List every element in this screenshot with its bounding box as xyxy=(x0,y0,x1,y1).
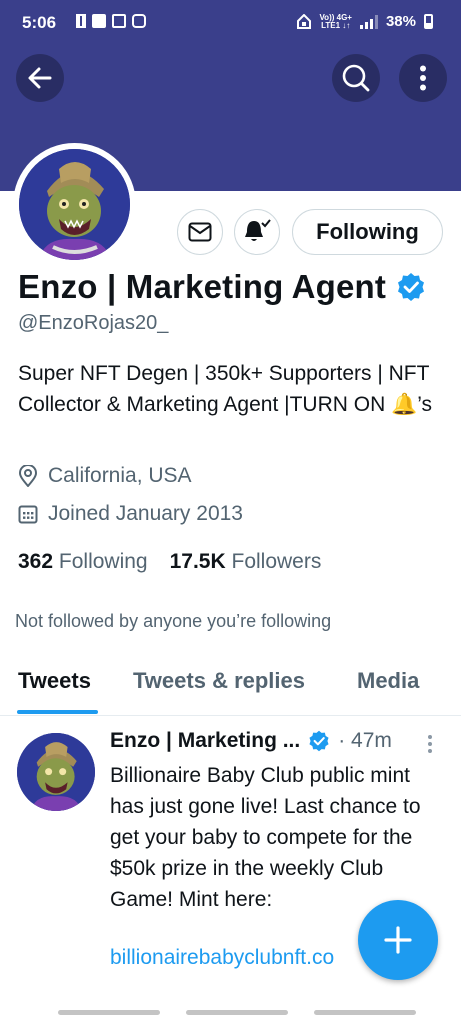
message-button[interactable] xyxy=(177,209,223,255)
followers-count-link[interactable]: 17.5K Followers xyxy=(170,550,322,574)
plus-icon xyxy=(384,926,412,954)
status-bar: 5:06 Vo)) 4G+ LTE1 ↓↑ 38% xyxy=(0,0,461,46)
bottom-fade xyxy=(0,978,461,1024)
calendar-icon xyxy=(18,505,38,524)
tab-tweets[interactable]: Tweets xyxy=(18,668,91,694)
nav-bar-home[interactable] xyxy=(186,1010,288,1015)
following-count: 362 xyxy=(18,550,54,573)
home-icon xyxy=(297,14,312,29)
nav-bar-back[interactable] xyxy=(314,1010,416,1015)
tweet-link[interactable]: billionairebabyclubnft.co xyxy=(110,946,334,970)
following-count-link[interactable]: 362 Following xyxy=(18,550,148,574)
envelope-icon xyxy=(188,222,212,242)
back-button[interactable] xyxy=(16,54,64,102)
compose-tweet-button[interactable] xyxy=(358,900,438,980)
tweet-avatar[interactable] xyxy=(17,733,95,811)
profile-name: Enzo | Marketing Agent xyxy=(18,268,387,305)
profile-location: California, USA xyxy=(18,464,192,488)
follow-counts: 362 Following 17.5K Followers xyxy=(18,550,321,574)
profile-avatar[interactable] xyxy=(13,143,136,266)
tweet-more-button[interactable] xyxy=(426,735,434,755)
tweet-time: · 47m xyxy=(338,729,392,752)
followers-count: 17.5K xyxy=(169,550,226,573)
tweet-header: Enzo | Marketing ... · 47m xyxy=(110,729,392,753)
tweet-author[interactable]: Enzo | Marketing ... xyxy=(110,729,300,753)
status-notification-icons xyxy=(76,14,146,28)
search-button[interactable] xyxy=(332,54,380,102)
network-indicator: Vo)) 4G+ LTE1 ↓↑ xyxy=(319,13,352,30)
active-tab-indicator xyxy=(17,710,98,714)
battery-icon xyxy=(424,14,433,29)
nav-bar-recents[interactable] xyxy=(58,1010,160,1015)
hourglass-icon xyxy=(76,14,86,28)
image-icon xyxy=(112,14,126,28)
signal-icon xyxy=(359,14,378,29)
app-icon xyxy=(132,14,146,28)
verified-badge-icon xyxy=(398,273,425,301)
battery-percent: 38% xyxy=(385,13,416,30)
following-label: Following xyxy=(58,550,148,573)
tweet-text: Billionaire Baby Club public mint has ju… xyxy=(110,764,421,911)
status-right: Vo)) 4G+ LTE1 ↓↑ 38% xyxy=(297,13,433,30)
folder-icon xyxy=(92,14,106,28)
location-text: California, USA xyxy=(48,464,192,487)
profile-name-row: Enzo | Marketing Agent xyxy=(18,268,426,306)
profile-bio: Super NFT Degen | 350k+ Supporters | NFT… xyxy=(18,362,433,416)
more-options-button[interactable] xyxy=(399,54,447,102)
avatar-image xyxy=(19,149,130,260)
network-bottom-label: LTE1 ↓↑ xyxy=(321,20,351,30)
more-vertical-icon xyxy=(420,65,426,91)
profile-tabs: Tweets Tweets & replies Media xyxy=(0,660,461,716)
tab-media[interactable]: Media xyxy=(357,668,419,694)
joined-text: Joined January 2013 xyxy=(48,502,243,525)
profile-joined: Joined January 2013 xyxy=(18,502,243,526)
location-pin-icon xyxy=(18,465,38,487)
status-time: 5:06 xyxy=(22,13,57,32)
search-icon xyxy=(342,64,370,92)
verified-badge-icon xyxy=(309,730,329,752)
profile-handle: @EnzoRojas20_ xyxy=(18,312,169,334)
following-button[interactable]: Following xyxy=(292,209,443,255)
arrow-left-icon xyxy=(28,67,52,89)
not-followed-note: Not followed by anyone you’re following xyxy=(15,611,332,631)
notifications-button[interactable] xyxy=(234,209,280,255)
bell-check-icon xyxy=(245,219,271,241)
tab-tweets-replies[interactable]: Tweets & replies xyxy=(133,668,305,694)
followers-label: Followers xyxy=(231,550,322,573)
